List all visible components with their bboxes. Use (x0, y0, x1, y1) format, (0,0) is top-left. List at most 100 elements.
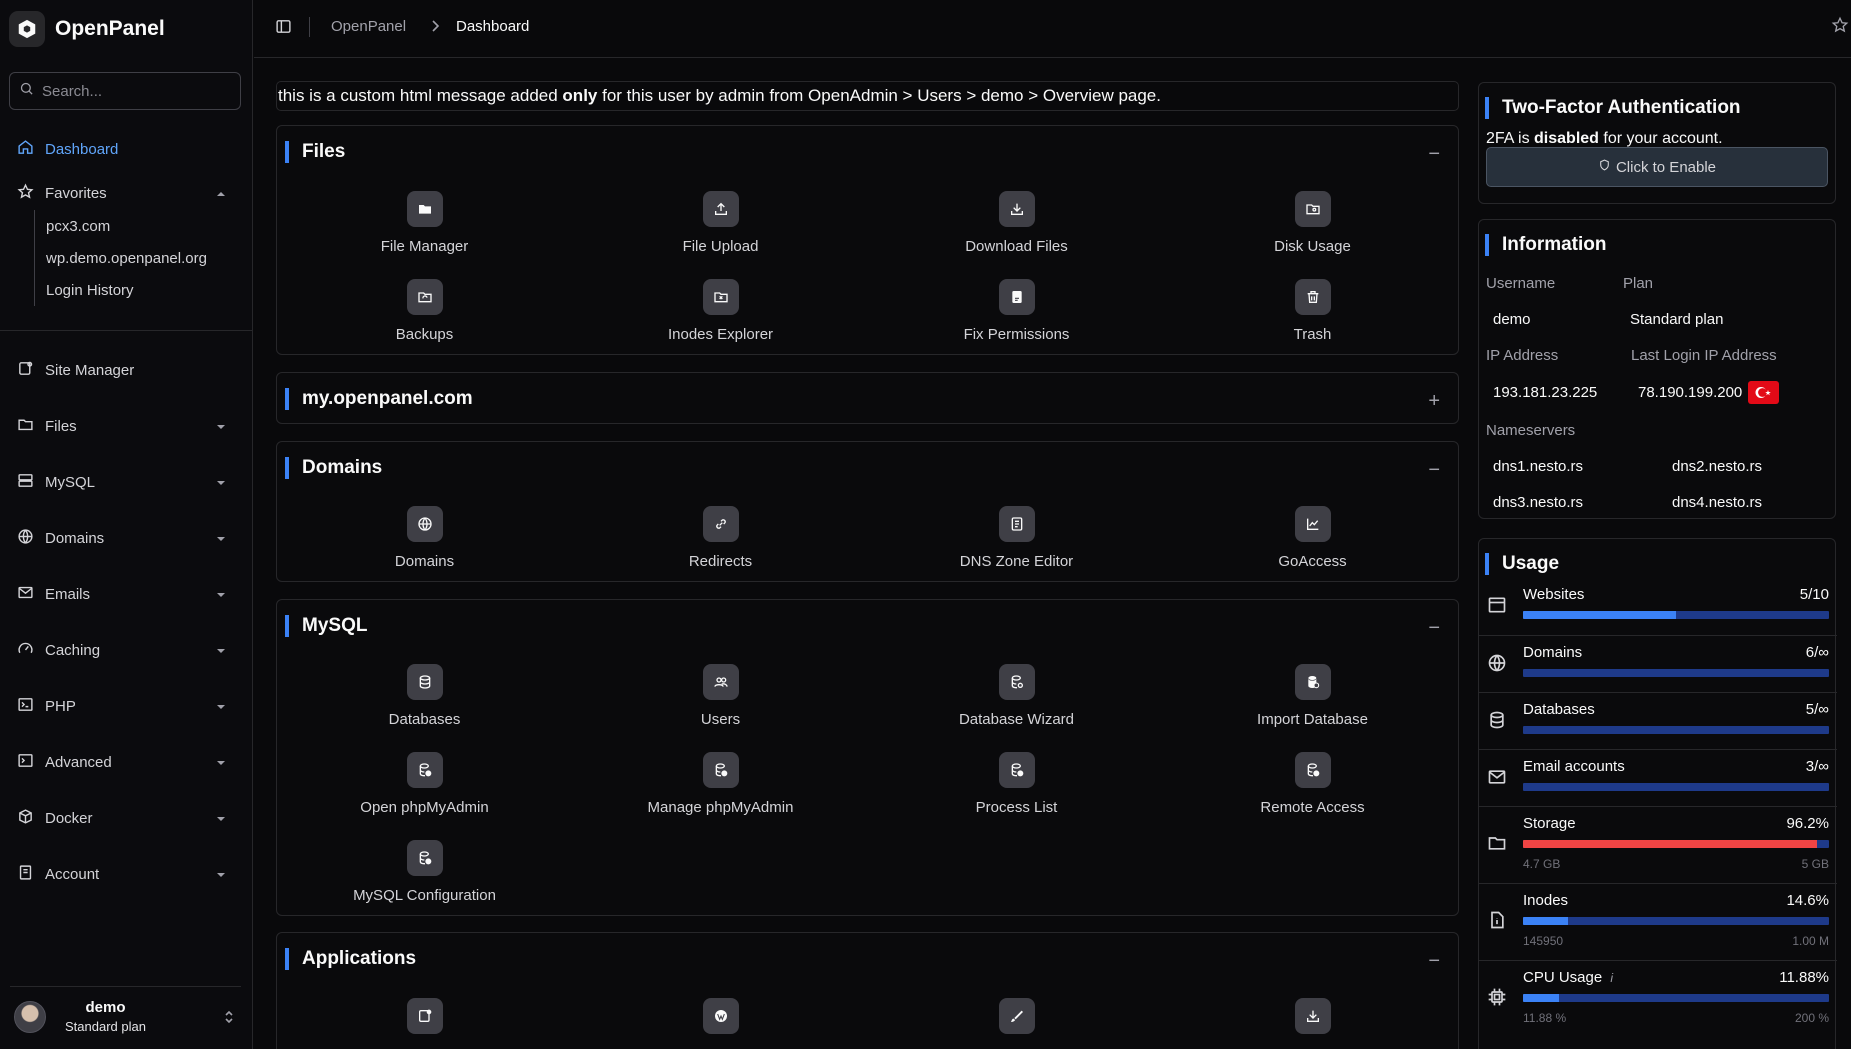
sidebar-item-mysql[interactable]: MySQL (0, 462, 253, 502)
tile-goaccess[interactable]: GoAccess (1165, 506, 1460, 570)
tile-label: DNS Zone Editor (959, 553, 1074, 570)
tile-open-phpmyadmin[interactable]: Open phpMyAdmin (277, 752, 572, 816)
usage-value: 11.88% (1779, 969, 1829, 986)
sidebar-item-favorites[interactable]: Favorites (0, 173, 253, 213)
tile-fix-permissions[interactable]: Fix Permissions (869, 279, 1164, 343)
tile-backups[interactable]: Backups (277, 279, 572, 343)
site-icon (406, 998, 443, 1034)
nameserver: dns4.nesto.rs (1672, 494, 1763, 511)
usage-value: 14.6% (1786, 892, 1829, 909)
sidebar-item-emails[interactable]: Emails (0, 574, 253, 614)
favorite-item[interactable]: pcx3.com (35, 210, 244, 242)
enable-2fa-button[interactable]: Click to Enable (1486, 147, 1828, 187)
collapse-button[interactable]: − (1428, 459, 1440, 482)
tile-dns-zone-editor[interactable]: DNS Zone Editor (869, 506, 1164, 570)
tile-mysql-configuration[interactable]: MySQL Configuration (277, 840, 572, 904)
collapse-button[interactable]: − (1428, 617, 1440, 640)
search-input[interactable] (42, 82, 232, 100)
tile-label: File Manager (380, 238, 469, 255)
sidebar-item-label: MySQL (45, 473, 96, 491)
database-config-icon (406, 840, 443, 876)
globe-icon (406, 506, 443, 542)
users-icon (702, 664, 739, 700)
file-info-icon (1487, 910, 1507, 935)
tile-app[interactable] (869, 998, 1164, 1034)
sidebar-search[interactable] (9, 72, 241, 110)
favorite-star-icon[interactable] (1831, 16, 1849, 39)
sidebar-item-label: Account (45, 865, 100, 883)
usage-bar (1523, 840, 1829, 848)
usage-value: 6/∞ (1805, 644, 1829, 661)
tile-domains[interactable]: Domains (277, 506, 572, 570)
site-panel[interactable]: my.openpanel.com + (276, 372, 1459, 424)
sidebar-item-php[interactable]: PHP (0, 686, 253, 726)
sidebar-item-advanced[interactable]: Advanced (0, 742, 253, 782)
applications-panel: Applications − (276, 932, 1459, 1049)
tile-process-list[interactable]: Process List (869, 752, 1164, 816)
usage-max: 200 % (1794, 1011, 1829, 1025)
usage-value: 3/∞ (1805, 758, 1829, 775)
usage-label: Email accounts (1523, 758, 1625, 775)
file-text-icon (998, 506, 1035, 542)
collapse-button[interactable]: − (1428, 143, 1440, 166)
sidebar-item-label: Advanced (45, 753, 112, 771)
tile-redirects[interactable]: Redirects (573, 506, 868, 570)
sidebar-item-account[interactable]: Account (0, 854, 253, 894)
sidebar-item-dashboard[interactable]: Dashboard (0, 129, 253, 169)
tile-download-files[interactable]: Download Files (869, 191, 1164, 255)
chevron-down-icon (215, 868, 227, 885)
favorite-item[interactable]: wp.demo.openpanel.org (35, 242, 244, 274)
sidebar-item-site-manager[interactable]: Site Manager (0, 350, 253, 390)
sidebar-item-caching[interactable]: Caching (0, 630, 253, 670)
favorite-item[interactable]: Login History (35, 274, 244, 306)
tile-import-database[interactable]: Import Database (1165, 664, 1460, 728)
usage-min: 4.7 GB (1523, 857, 1561, 871)
database-import-icon (1294, 664, 1331, 700)
usage-bar (1523, 726, 1829, 734)
sidebar-item-docker[interactable]: Docker (0, 798, 253, 838)
last-ip-label: Last Login IP Address (1631, 347, 1777, 364)
expand-button[interactable]: + (1428, 390, 1440, 413)
tile-remote-access[interactable]: Remote Access (1165, 752, 1460, 816)
sidebar-item-label: Emails (45, 585, 91, 603)
chevron-down-icon (215, 812, 227, 829)
usage-bar-fill (1523, 994, 1560, 1002)
www-globe-icon (1487, 653, 1507, 678)
top-bar: OpenPanel Dashboard (254, 0, 1851, 58)
twofa-status: 2FA is disabled for your account. (1486, 130, 1723, 148)
link-icon (702, 506, 739, 542)
tile-app[interactable] (277, 998, 572, 1034)
usage-label: Websites (1523, 586, 1585, 603)
database-info-icon (406, 752, 443, 788)
user-menu[interactable]: demo Standard plan (10, 986, 241, 1046)
sidebar-item-files[interactable]: Files (0, 406, 253, 446)
tile-file-upload[interactable]: File Upload (573, 191, 868, 255)
chevrons-up-down-icon (223, 1009, 235, 1030)
tile-trash[interactable]: Trash (1165, 279, 1460, 343)
tile-label: Trash (1293, 326, 1332, 343)
info-icon[interactable]: i (1610, 971, 1613, 985)
tile-manage-phpmyadmin[interactable]: Manage phpMyAdmin (573, 752, 868, 816)
sidebar-toggle-icon[interactable] (275, 18, 292, 40)
usage-label: CPU Usage i (1523, 969, 1613, 986)
tile-file-manager[interactable]: File Manager (277, 191, 572, 255)
brand[interactable]: OpenPanel (0, 0, 252, 58)
breadcrumb-root[interactable]: OpenPanel (331, 18, 406, 35)
tile-disk-usage[interactable]: Disk Usage (1165, 191, 1460, 255)
tile-app[interactable] (1165, 998, 1460, 1034)
tile-app[interactable] (573, 998, 868, 1034)
panel-title: my.openpanel.com (285, 388, 473, 410)
usage-max: 1.00 M (1792, 934, 1829, 948)
chevron-right-icon (429, 19, 441, 38)
folder-icon (406, 191, 443, 227)
app-name: OpenPanel (55, 17, 165, 40)
tile-database-wizard[interactable]: Database Wizard (869, 664, 1164, 728)
collapse-button[interactable]: − (1428, 950, 1440, 973)
username-label: Username (1486, 275, 1556, 292)
tile-inodes-explorer[interactable]: Inodes Explorer (573, 279, 868, 343)
card-title: Usage (1485, 553, 1559, 575)
server-icon (17, 472, 34, 493)
tile-users[interactable]: Users (573, 664, 868, 728)
tile-databases[interactable]: Databases (277, 664, 572, 728)
sidebar-item-domains[interactable]: Domains (0, 518, 253, 558)
